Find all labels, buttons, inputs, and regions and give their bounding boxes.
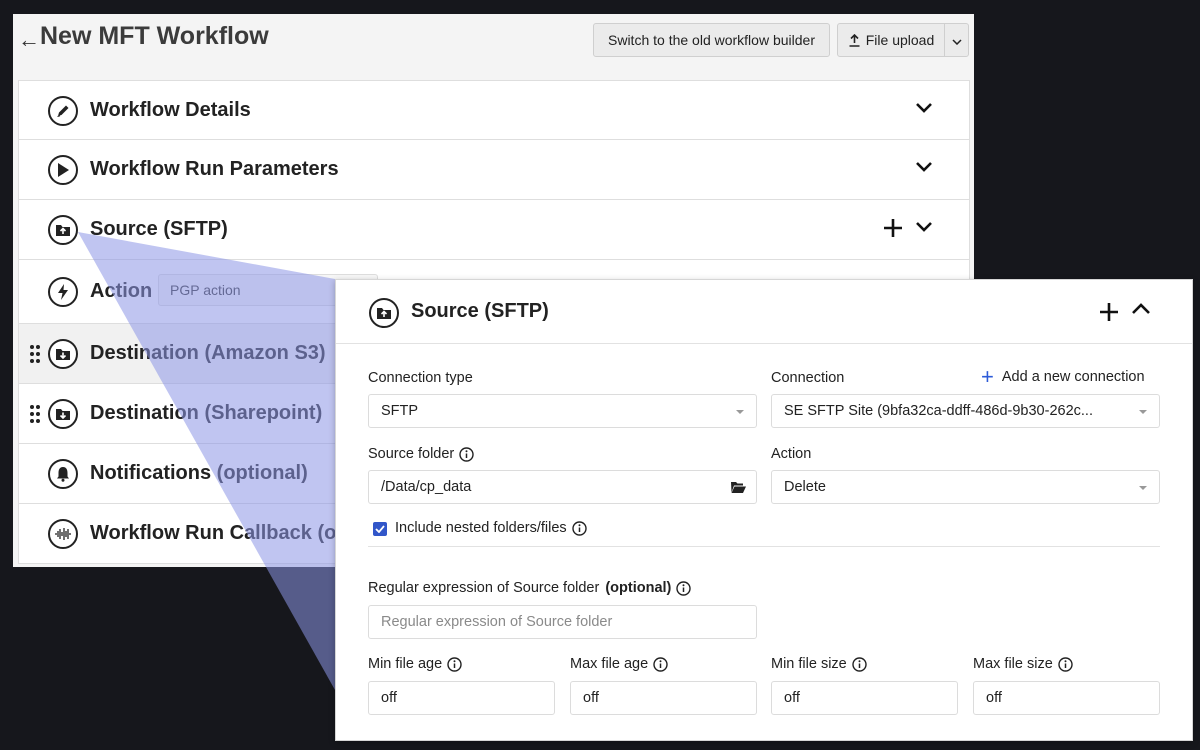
info-icon[interactable] xyxy=(459,446,474,462)
chevron-down-icon[interactable] xyxy=(915,160,933,178)
page-title: New MFT Workflow xyxy=(40,22,269,50)
section-label: Action xyxy=(90,280,153,302)
caret-down-icon xyxy=(1139,410,1147,414)
drag-handle-icon[interactable] xyxy=(29,344,41,369)
chevron-down-icon[interactable] xyxy=(915,220,933,238)
section-label: Source (SFTP) xyxy=(90,218,228,240)
section-label: Destination (Sharepoint) xyxy=(90,402,323,424)
switch-old-builder-label: Switch to the old workflow builder xyxy=(608,32,815,48)
max-file-size-label: Max file size xyxy=(973,656,1073,672)
section-workflow-details[interactable]: Workflow Details xyxy=(18,80,970,140)
connection-value: SE SFTP Site (9bfa32ca-ddff-486d-9b30-26… xyxy=(784,403,1093,419)
section-label: Destination (Amazon S3) xyxy=(90,342,326,364)
play-icon xyxy=(48,155,78,185)
source-folder-label-text: Source folder xyxy=(368,446,455,462)
regex-input[interactable]: Regular expression of Source folder xyxy=(368,605,757,639)
min-file-age-value: off xyxy=(381,690,397,706)
info-icon[interactable] xyxy=(447,656,462,672)
plus-icon[interactable] xyxy=(883,218,903,243)
max-file-age-label: Max file age xyxy=(570,656,668,672)
folder-upload-icon xyxy=(369,298,399,328)
pencil-icon xyxy=(48,96,78,126)
info-icon[interactable] xyxy=(571,520,587,536)
lightning-icon xyxy=(48,277,78,307)
max-file-age-value: off xyxy=(583,690,599,706)
info-icon[interactable] xyxy=(1058,656,1073,672)
bell-icon xyxy=(48,459,78,489)
plus-icon: + xyxy=(981,364,994,389)
min-file-size-value: off xyxy=(784,690,800,706)
add-connection-label: Add a new connection xyxy=(1001,369,1145,385)
file-upload-button[interactable]: File upload xyxy=(837,23,945,57)
section-label: Workflow Run Parameters xyxy=(90,158,339,180)
regex-optional-text: (optional) xyxy=(605,580,672,596)
regex-label: Regular expression of Source folder (opt… xyxy=(368,580,692,596)
max-file-size-label-text: Max file size xyxy=(973,656,1053,672)
caret-down-icon xyxy=(736,410,744,414)
page-header: ← New MFT Workflow Switch to the old wor… xyxy=(13,14,974,76)
action-value: Delete xyxy=(784,479,826,495)
max-file-age-label-text: Max file age xyxy=(570,656,649,672)
section-label: Workflow Details xyxy=(90,98,251,121)
folder-download-icon xyxy=(48,399,78,429)
source-folder-value: /Data/cp_data xyxy=(381,479,472,495)
max-file-age-input[interactable]: off xyxy=(570,681,757,715)
section-label: Notifications (optional) xyxy=(90,462,308,484)
connection-type-value: SFTP xyxy=(381,403,419,419)
caret-down-icon xyxy=(1139,486,1147,490)
action-select[interactable]: Delete xyxy=(771,470,1160,504)
connection-type-select[interactable]: SFTP xyxy=(368,394,757,428)
connection-type-label-text: Connection type xyxy=(368,370,473,386)
chevron-down-icon xyxy=(951,32,962,48)
min-file-size-input[interactable]: off xyxy=(771,681,958,715)
max-file-size-value: off xyxy=(986,690,1002,706)
panel-header: Source (SFTP) xyxy=(336,280,1192,344)
drag-handle-icon[interactable] xyxy=(29,404,41,429)
max-file-size-input[interactable]: off xyxy=(973,681,1160,715)
include-nested-label: Include nested folders/files xyxy=(395,520,587,536)
connection-select[interactable]: SE SFTP Site (9bfa32ca-ddff-486d-9b30-26… xyxy=(771,394,1160,428)
panel-title: Source (SFTP) xyxy=(411,300,549,322)
file-upload-label: File upload xyxy=(865,32,935,48)
info-icon[interactable] xyxy=(676,580,692,596)
regex-placeholder: Regular expression of Source folder xyxy=(381,614,613,630)
folder-open-icon[interactable] xyxy=(730,480,747,498)
connection-label-text: Connection xyxy=(771,370,845,386)
info-icon[interactable] xyxy=(653,656,668,672)
source-folder-label: Source folder xyxy=(368,446,474,462)
action-label-text: Action xyxy=(771,446,812,462)
switch-old-builder-button[interactable]: Switch to the old workflow builder xyxy=(593,23,830,57)
add-connection-link[interactable]: + Add a new connection xyxy=(981,364,1145,389)
folder-download-icon xyxy=(48,339,78,369)
source-folder-input[interactable]: /Data/cp_data xyxy=(368,470,757,504)
min-file-size-label-text: Min file size xyxy=(771,656,847,672)
connection-label: Connection xyxy=(771,370,844,386)
folder-upload-icon xyxy=(48,215,78,245)
divider xyxy=(368,546,1160,547)
waveform-icon xyxy=(48,519,78,549)
section-source-sftp[interactable]: Source (SFTP) xyxy=(18,200,970,260)
file-upload-dropdown-button[interactable] xyxy=(944,23,969,57)
source-sftp-panel: Source (SFTP) Connection type SFTP Conne… xyxy=(335,279,1193,741)
connection-type-label: Connection type xyxy=(368,370,473,386)
min-file-size-label: Min file size xyxy=(771,656,867,672)
regex-label-text: Regular expression of Source folder xyxy=(368,580,600,596)
min-file-age-label: Min file age xyxy=(368,656,462,672)
plus-icon[interactable] xyxy=(1099,302,1119,327)
include-nested-checkbox[interactable] xyxy=(373,522,387,536)
min-file-age-label-text: Min file age xyxy=(368,656,443,672)
info-icon[interactable] xyxy=(852,656,867,672)
chevron-up-icon[interactable] xyxy=(1131,302,1151,321)
min-file-age-input[interactable]: off xyxy=(368,681,555,715)
back-arrow-icon[interactable]: ← xyxy=(18,27,40,53)
chevron-down-icon[interactable] xyxy=(915,101,933,119)
action-label: Action xyxy=(771,446,811,462)
include-nested-label-text: Include nested folders/files xyxy=(395,520,567,536)
section-workflow-run-parameters[interactable]: Workflow Run Parameters xyxy=(18,140,970,200)
upload-icon xyxy=(848,33,861,47)
